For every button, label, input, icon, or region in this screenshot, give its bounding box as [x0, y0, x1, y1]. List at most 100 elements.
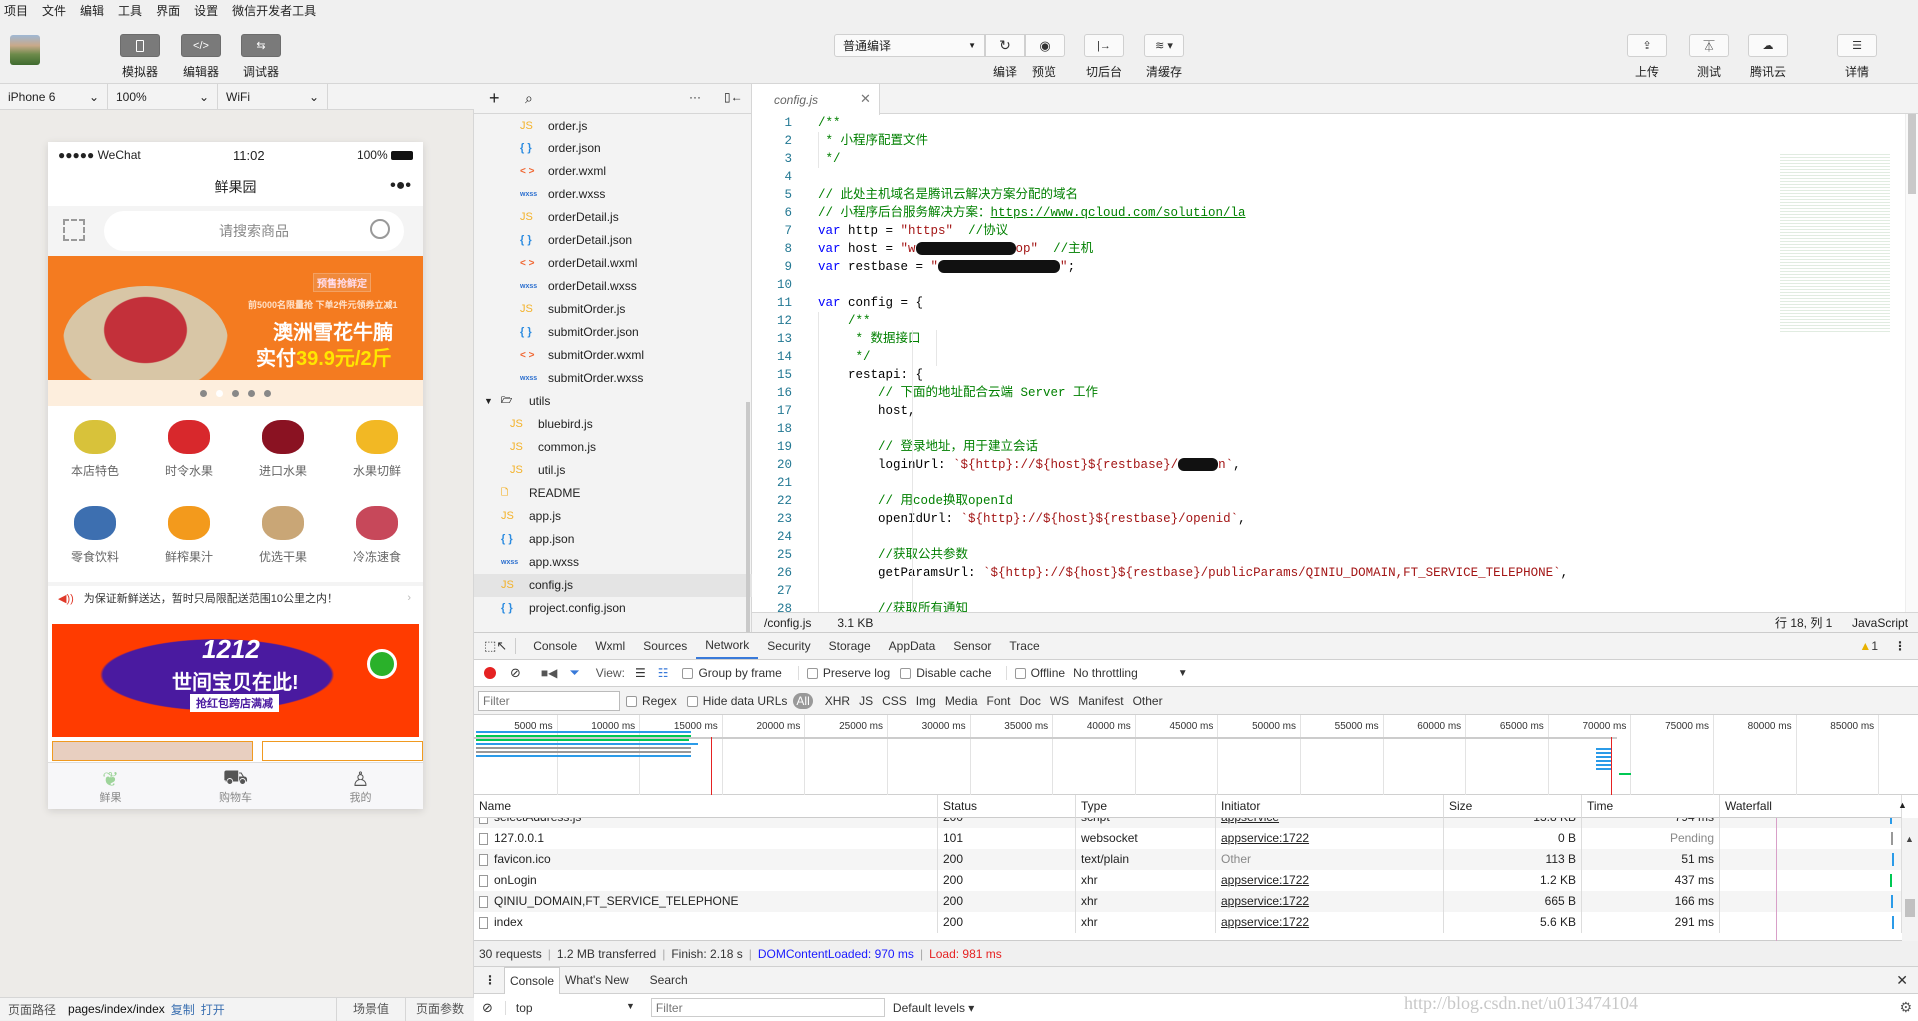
log-levels-select[interactable]: Default levels ▾: [893, 1001, 974, 1015]
carousel-dot[interactable]: [264, 389, 271, 397]
devtools-tab-sources[interactable]: Sources: [634, 633, 696, 659]
file-tree-item[interactable]: JS bluebird.js: [474, 413, 752, 436]
column-header-status[interactable]: Status: [938, 795, 1076, 818]
file-tree-item[interactable]: < > orderDetail.wxml: [474, 252, 752, 275]
kebab-menu-icon[interactable]: ⋮: [1894, 639, 1906, 653]
hide-data-urls-checkbox[interactable]: Hide data URLs: [686, 694, 787, 708]
device-select[interactable]: iPhone 6 ⌄: [0, 84, 108, 110]
menu-item[interactable]: 设置: [194, 2, 218, 19]
expand-arrow-icon[interactable]: ▼: [484, 396, 493, 406]
category-item[interactable]: 冷冻速食: [330, 506, 423, 586]
more-icon[interactable]: •●•: [390, 177, 411, 195]
file-tree-item[interactable]: JS submitOrder.js: [474, 298, 752, 321]
devtools-tab-trace[interactable]: Trace: [1000, 633, 1048, 659]
devtools-tab-wxml[interactable]: Wxml: [586, 633, 634, 659]
type-filter-all[interactable]: All: [793, 692, 813, 709]
test-button[interactable]: ⏄: [1689, 34, 1729, 57]
menu-item[interactable]: 编辑: [80, 2, 104, 19]
background-button[interactable]: |→: [1084, 34, 1124, 57]
simulator-button[interactable]: [120, 34, 160, 57]
sort-ascending-icon[interactable]: ▲: [1898, 800, 1907, 810]
drawer-tab-whatsnew[interactable]: What's New: [560, 967, 634, 994]
file-tree-item[interactable]: wxss submitOrder.wxss: [474, 367, 752, 390]
menu-item[interactable]: 项目: [4, 2, 28, 19]
editor-button[interactable]: </>: [181, 34, 221, 57]
initiator-value[interactable]: appservice:1722: [1221, 915, 1309, 929]
carousel-dot[interactable]: [248, 389, 255, 397]
file-tree-item[interactable]: JS common.js: [474, 436, 752, 459]
qr-scan-icon[interactable]: [63, 219, 85, 241]
file-tree-item[interactable]: JS util.js: [474, 459, 752, 482]
category-item[interactable]: 水果切鲜: [330, 420, 423, 500]
large-rows-icon[interactable]: ☰: [635, 666, 646, 680]
search-icon[interactable]: ⌕: [525, 90, 533, 107]
table-row[interactable]: 127.0.0.1 101 websocket appservice:1722 0 B P…: [474, 828, 1904, 849]
menu-item[interactable]: 微信开发者工具: [232, 2, 316, 19]
filter-funnel-icon[interactable]: ⏷: [569, 665, 579, 681]
type-filter-js[interactable]: JS: [859, 694, 873, 708]
waterfall-view-icon[interactable]: ☷: [658, 666, 669, 680]
type-filter-xhr[interactable]: XHR: [825, 694, 850, 708]
file-tree-item[interactable]: { } orderDetail.json: [474, 229, 752, 252]
carousel-dot[interactable]: [232, 389, 239, 397]
type-filter-ws[interactable]: WS: [1050, 694, 1069, 708]
menu-item[interactable]: 文件: [42, 2, 66, 19]
banner-carousel[interactable]: 预售抢鲜定 前5000名限量抢 下单2件元领券立减1 澳洲雪花牛腩 实付39.9…: [48, 256, 423, 380]
tab-cherry[interactable]: ❦ 鲜果: [48, 763, 173, 809]
editor-scrollbar[interactable]: [1905, 114, 1918, 612]
notice-bar[interactable]: ◀)) 为保证新鲜送达，暂时只局限配送范围10公里之内！ ›: [48, 582, 423, 610]
caret-down-icon[interactable]: ▼: [1178, 668, 1188, 679]
clear-cache-button[interactable]: ≋ ▾: [1144, 34, 1184, 57]
file-tree-item[interactable]: < > order.wxml: [474, 160, 752, 183]
tencent-cloud-button[interactable]: ☁: [1748, 34, 1788, 57]
initiator-value[interactable]: appservice: [1221, 818, 1279, 824]
file-tree-item[interactable]: JS orderDetail.js: [474, 206, 752, 229]
open-path-link[interactable]: 打开: [201, 1001, 225, 1018]
file-tree-item[interactable]: wxss orderDetail.wxss: [474, 275, 752, 298]
warnings-counter[interactable]: ▲1: [1859, 639, 1878, 653]
file-tree-item[interactable]: 🗋 README: [474, 482, 752, 505]
record-icon[interactable]: [484, 667, 496, 679]
carousel-dot-active[interactable]: [216, 389, 223, 397]
close-drawer-icon[interactable]: ✕: [1896, 972, 1908, 989]
debugger-button[interactable]: ⇆: [241, 34, 281, 57]
file-tree-item[interactable]: { } submitOrder.json: [474, 321, 752, 344]
product-card[interactable]: [52, 741, 253, 761]
editor-tab-config-js[interactable]: config.js ✕: [752, 84, 880, 115]
scroll-up-icon[interactable]: ▲: [1905, 834, 1914, 844]
devtools-tab-appdata[interactable]: AppData: [880, 633, 945, 659]
code-token[interactable]: https://www.qcloud.com/solution/la: [991, 206, 1246, 220]
copy-path-link[interactable]: 复制: [171, 1001, 195, 1018]
code-area[interactable]: 1/** 2 * 小程序配置文件 3 */4 5// 此处主机域名是腾讯云解决方案分配…: [752, 114, 1892, 612]
file-tree-item[interactable]: JS app.js: [474, 505, 752, 528]
type-filter-other[interactable]: Other: [1133, 694, 1163, 708]
type-filter-doc[interactable]: Doc: [1020, 694, 1041, 708]
settings-gear-icon[interactable]: ⚙: [1899, 999, 1912, 1016]
group-by-frame-checkbox[interactable]: Group by frame: [682, 666, 782, 680]
preview-button[interactable]: ◉: [1025, 34, 1065, 57]
menu-item[interactable]: 工具: [118, 2, 142, 19]
close-icon[interactable]: ✕: [860, 91, 871, 107]
zoom-select[interactable]: 100% ⌄: [108, 84, 218, 110]
table-row[interactable]: index 200 xhr appservice:1722 5.6 KB 291 ms: [474, 912, 1904, 933]
initiator-value[interactable]: appservice:1722: [1221, 831, 1309, 845]
file-tree-scrollbar[interactable]: [746, 402, 750, 632]
language-mode[interactable]: JavaScript: [1852, 616, 1908, 630]
file-tree-item[interactable]: { } app.json: [474, 528, 752, 551]
more-icon[interactable]: ···: [689, 90, 701, 104]
category-item[interactable]: 进口水果: [236, 420, 330, 500]
network-select[interactable]: WiFi ⌄: [218, 84, 328, 110]
column-header-type[interactable]: Type: [1076, 795, 1216, 818]
column-header-name[interactable]: Name: [474, 795, 938, 818]
devtools-tab-sensor[interactable]: Sensor: [944, 633, 1000, 659]
table-row[interactable]: favicon.ico 200 text/plain Other 113 B 51 ms: [474, 849, 1904, 870]
promo-banner[interactable]: 1212 世间宝贝在此! 抢红包跨店满减: [52, 624, 419, 737]
add-file-icon[interactable]: +: [489, 88, 500, 109]
scroll-thumb[interactable]: [1905, 899, 1915, 917]
devtools-tab-security[interactable]: Security: [758, 633, 819, 659]
type-filter-font[interactable]: Font: [987, 694, 1011, 708]
devtools-tab-network[interactable]: Network: [696, 633, 759, 659]
page-params-button[interactable]: 页面参数: [405, 997, 464, 1021]
customer-service-icon[interactable]: [367, 649, 397, 679]
avatar[interactable]: [10, 35, 40, 65]
